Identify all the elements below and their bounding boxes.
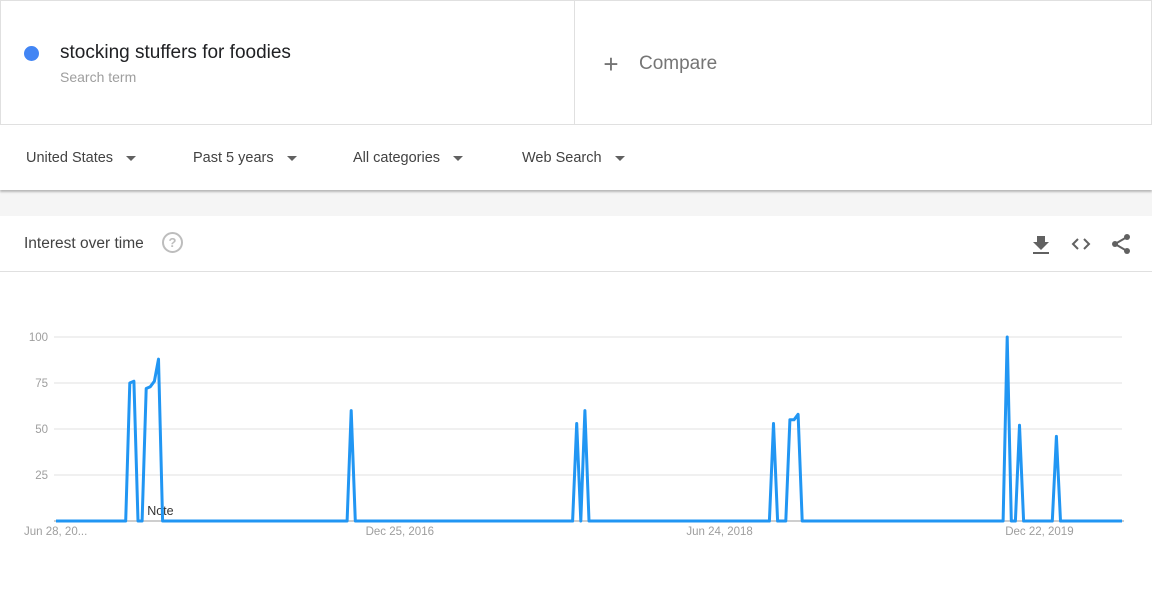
- filter-search-type[interactable]: Web Search: [522, 150, 625, 166]
- x-tick-label: Dec 22, 2019: [1005, 526, 1073, 538]
- y-tick-label: 50: [35, 424, 48, 436]
- term-color-dot: [24, 46, 39, 61]
- x-tick-label: Dec 25, 2016: [366, 526, 434, 538]
- card-title: Interest over time: [24, 235, 144, 252]
- interest-chart[interactable]: 25 50 75 100 Jun 28, 20... Dec 25, 2016 Jun 2…: [0, 272, 1152, 600]
- data-point: [144, 387, 148, 391]
- data-point: [349, 409, 353, 413]
- filter-time-range-label: Past 5 years: [193, 150, 274, 166]
- x-tick-label: Jun 28, 20...: [24, 526, 87, 538]
- data-point: [1018, 423, 1022, 427]
- data-point: [788, 418, 792, 422]
- note-annotation: Note: [147, 504, 173, 518]
- plus-icon: +: [603, 49, 619, 79]
- section-divider: [0, 190, 1152, 216]
- download-icon[interactable]: [1030, 233, 1052, 255]
- filter-region-label: United States: [26, 150, 114, 166]
- filter-search-type-label: Web Search: [522, 150, 602, 166]
- search-terms-bar: stocking stuffers for foodies Search ter…: [0, 0, 1152, 127]
- y-tick-label: 100: [29, 332, 48, 344]
- data-point: [1054, 434, 1058, 438]
- y-tick-label: 75: [35, 378, 48, 390]
- search-term-name[interactable]: stocking stuffers for foodies: [60, 42, 291, 64]
- data-point: [772, 421, 776, 425]
- filter-category[interactable]: All categories: [353, 150, 464, 166]
- caret-down-icon: [453, 156, 464, 161]
- data-point: [796, 412, 800, 416]
- share-icon[interactable]: [1110, 233, 1132, 255]
- search-term-subtitle: Search term: [60, 69, 137, 85]
- caret-down-icon: [286, 156, 297, 161]
- data-point: [792, 418, 796, 422]
- filter-region[interactable]: United States: [26, 150, 137, 166]
- compare-card[interactable]: + Compare: [575, 0, 1152, 125]
- data-point: [157, 357, 161, 361]
- help-circle-icon[interactable]: ?: [162, 232, 183, 253]
- card-header: Interest over time ?: [0, 216, 1152, 272]
- interest-over-time-card: Interest over time ? 25 50 75 100 Jun 28, 2…: [0, 216, 1152, 600]
- data-point: [148, 385, 152, 389]
- y-tick-label: 25: [35, 470, 48, 482]
- caret-down-icon: [126, 156, 137, 161]
- x-tick-label: Jun 24, 2018: [686, 526, 753, 538]
- data-point: [583, 409, 587, 413]
- compare-button[interactable]: + Compare: [601, 49, 718, 79]
- data-point: [132, 379, 136, 383]
- data-point: [128, 381, 132, 385]
- search-term-card[interactable]: stocking stuffers for foodies Search ter…: [0, 0, 575, 125]
- data-point: [152, 379, 156, 383]
- caret-down-icon: [614, 156, 625, 161]
- filter-category-label: All categories: [353, 150, 441, 166]
- data-point: [1005, 335, 1009, 339]
- embed-code-icon[interactable]: [1070, 233, 1092, 255]
- data-point: [575, 421, 579, 425]
- filter-time-range[interactable]: Past 5 years: [193, 150, 297, 166]
- filter-bar: United States Past 5 years All categorie…: [0, 127, 1152, 190]
- compare-label: Compare: [639, 53, 718, 74]
